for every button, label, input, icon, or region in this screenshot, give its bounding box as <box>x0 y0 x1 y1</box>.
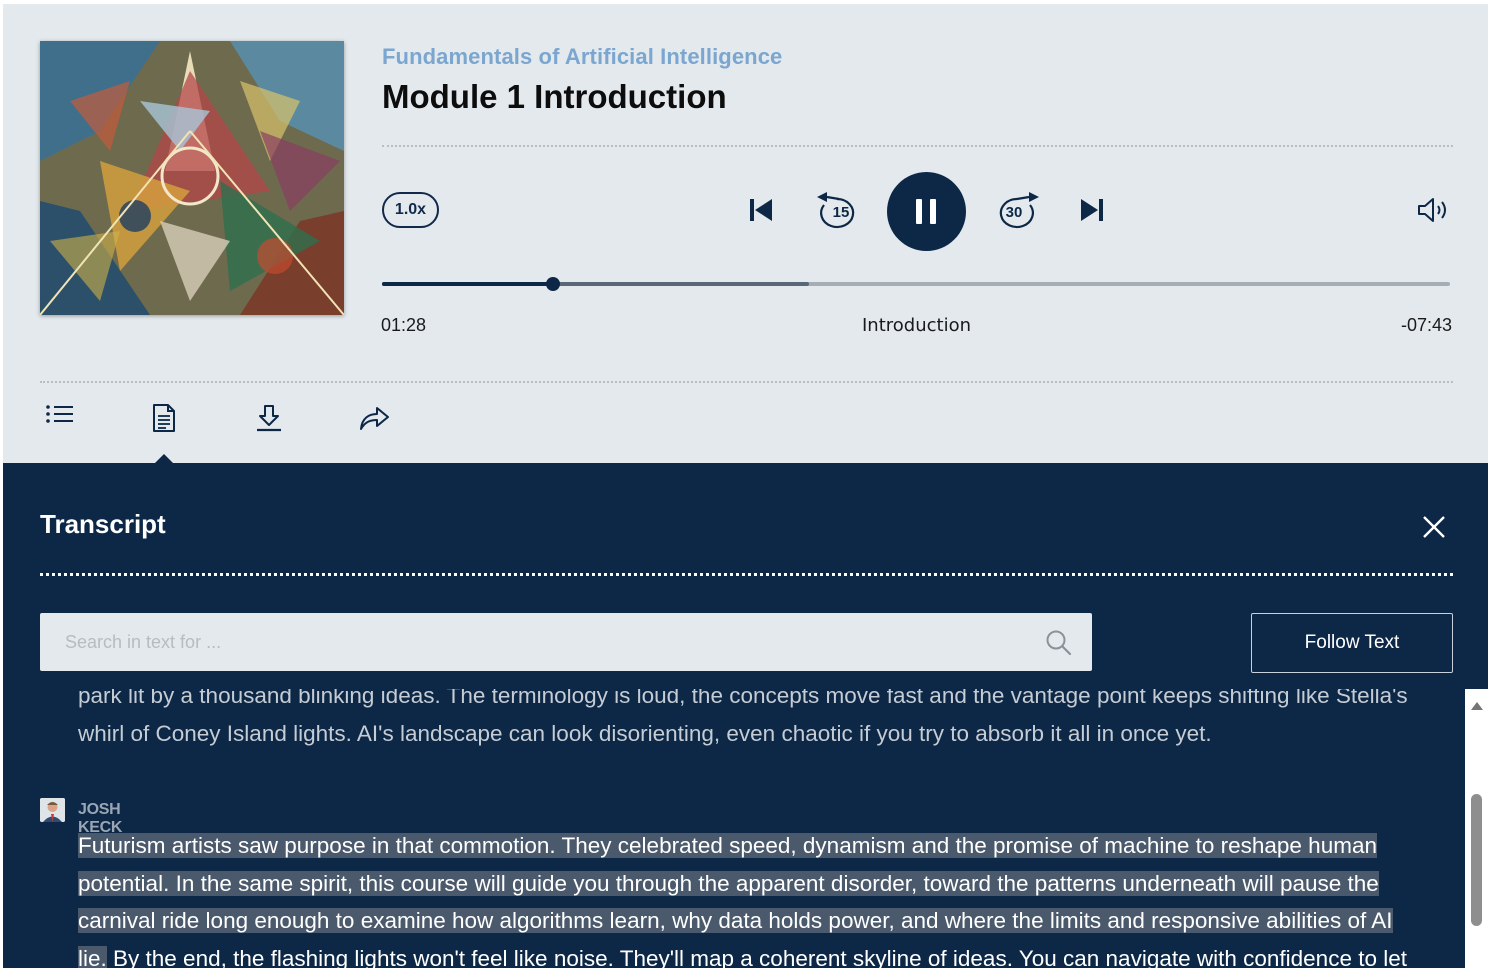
scrollbar-thumb[interactable] <box>1471 794 1482 926</box>
transcript-panel: Transcript Follow Text park lit by a tho… <box>3 463 1488 968</box>
close-icon <box>1422 516 1446 543</box>
download-button[interactable] <box>255 403 283 437</box>
forward-30-button[interactable]: 30 <box>993 191 1041 231</box>
divider <box>382 145 1453 147</box>
transcript-search <box>40 613 1092 671</box>
avatar <box>40 798 65 822</box>
transcript-paragraph: park lit by a thousand blinking ideas. T… <box>78 689 1408 746</box>
transcript-scrollbar[interactable] <box>1465 689 1488 968</box>
transcript-text-continued: By the end, the flashing lights won't fe… <box>106 945 1407 968</box>
chapters-button[interactable] <box>45 402 75 432</box>
transcript-title: Transcript <box>40 509 166 539</box>
playback-speed-button[interactable]: 1.0x <box>382 192 439 228</box>
chapter-list-icon <box>45 405 75 432</box>
share-button[interactable] <box>358 405 390 435</box>
volume-button[interactable] <box>1417 196 1453 224</box>
forward-30-icon: 30 <box>993 191 1041 231</box>
volume-icon <box>1417 196 1453 224</box>
close-transcript-button[interactable] <box>1422 515 1446 543</box>
chapter-label: Introduction <box>862 315 972 336</box>
next-track-icon <box>1080 198 1104 222</box>
divider <box>40 573 1453 576</box>
progress-bar[interactable] <box>382 277 1450 291</box>
rewind-seconds-label: 15 <box>832 204 850 221</box>
forward-seconds-label: 30 <box>1005 204 1023 221</box>
progress-handle[interactable] <box>545 277 560 291</box>
follow-text-button[interactable]: Follow Text <box>1251 613 1453 673</box>
played-track <box>382 282 553 286</box>
rewind-15-button[interactable]: 15 <box>815 191 861 231</box>
course-title[interactable]: Fundamentals of Artificial Intelligence <box>382 44 782 70</box>
next-track-button[interactable] <box>1080 198 1104 222</box>
rewind-15-icon: 15 <box>815 191 861 231</box>
transcript-text-area: park lit by a thousand blinking ideas. T… <box>3 689 1465 968</box>
share-icon <box>358 407 390 435</box>
download-icon <box>255 405 283 437</box>
module-title: Module 1 Introduction <box>382 78 727 115</box>
audio-player-page: Fundamentals of Artificial Intelligence … <box>3 4 1488 968</box>
previous-track-button[interactable] <box>749 198 773 222</box>
scroll-up-arrow-icon[interactable] <box>1471 702 1483 710</box>
transcript-paragraph-current: Futurism artists saw purpose in that com… <box>78 827 1423 968</box>
cover-image <box>40 41 344 315</box>
current-time: 01:28 <box>381 315 427 335</box>
transcript-icon <box>151 404 177 437</box>
divider <box>40 381 1453 383</box>
previous-track-icon <box>749 198 773 222</box>
search-input[interactable] <box>40 613 1030 671</box>
search-icon[interactable] <box>1045 629 1073 661</box>
remaining-time: -07:43 <box>1400 315 1452 335</box>
pause-button[interactable] <box>887 172 966 251</box>
active-tab-indicator <box>155 454 173 463</box>
transcript-tab[interactable] <box>151 403 177 437</box>
